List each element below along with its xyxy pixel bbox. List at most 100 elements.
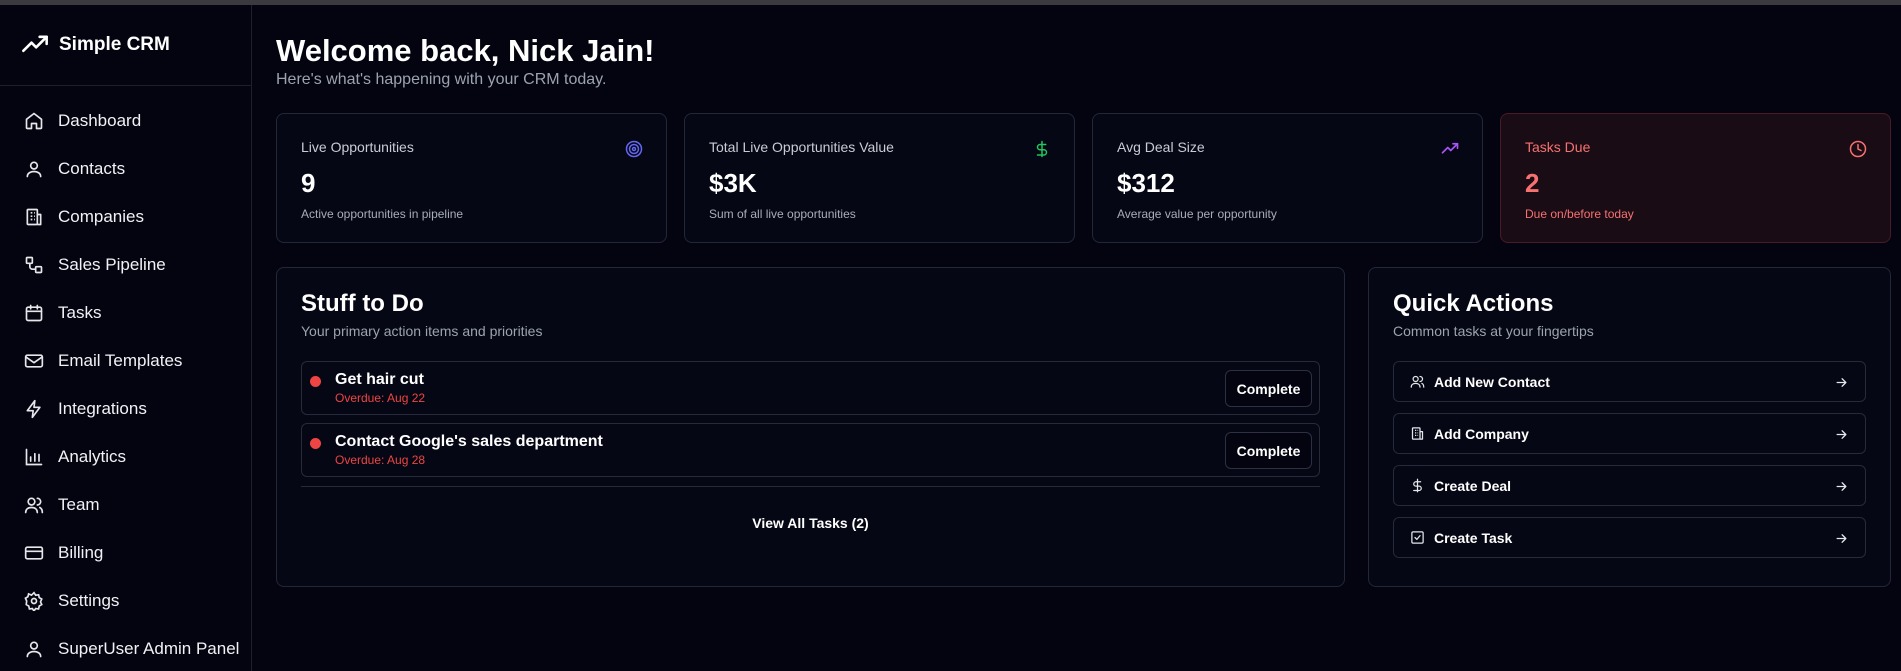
app-name: Simple CRM <box>59 34 170 55</box>
overdue-indicator-icon <box>310 437 321 449</box>
stat-description: Due on/before today <box>1525 207 1634 221</box>
stat-card-avg-deal-size: Avg Deal Size $312 Average value per opp… <box>1092 113 1483 243</box>
panel-title: Quick Actions <box>1393 290 1554 317</box>
building-icon <box>26 208 42 226</box>
stuff-to-do-panel: Stuff to Do Your primary action items an… <box>276 267 1345 587</box>
task-title: Get hair cut <box>335 371 424 388</box>
sidebar-item-label: Email Templates <box>58 351 183 370</box>
complete-task-button[interactable]: Complete <box>1225 370 1312 407</box>
dollar-icon <box>1413 478 1422 493</box>
user-icon <box>26 161 42 178</box>
quick-action-label: Add New Contact <box>1434 373 1550 390</box>
dollar-icon <box>1036 140 1048 158</box>
divider <box>301 486 1320 487</box>
sidebar-item-integrations[interactable]: Integrations <box>0 385 251 433</box>
task-due-date: Overdue: Aug 28 <box>335 453 426 467</box>
trending-up-logo-icon <box>22 35 48 53</box>
sidebar-item-label: Contacts <box>58 159 126 178</box>
stat-value: $312 <box>1117 168 1175 198</box>
sidebar-item-email-templates[interactable]: Email Templates <box>0 337 251 385</box>
arrow-right-icon <box>1836 430 1847 439</box>
sidebar: Simple CRM Dashboard Contacts Companies … <box>0 5 252 671</box>
stat-label: Tasks Due <box>1525 139 1591 155</box>
sidebar-item-superuser-admin-panel[interactable]: SuperUser Admin Panel <box>0 625 251 671</box>
sidebar-item-contacts[interactable]: Contacts <box>0 145 251 193</box>
stat-description: Average value per opportunity <box>1117 207 1277 221</box>
calendar-icon <box>25 304 43 322</box>
stat-label: Live Opportunities <box>301 139 414 155</box>
sidebar-item-settings[interactable]: Settings <box>0 577 251 625</box>
task-row: Contact Google's sales department Overdu… <box>301 423 1320 477</box>
stat-label: Avg Deal Size <box>1117 139 1205 155</box>
sidebar-item-billing[interactable]: Billing <box>0 529 251 577</box>
task-due-date: Overdue: Aug 22 <box>335 391 426 405</box>
overdue-indicator-icon <box>310 375 321 387</box>
quick-action-label: Create Deal <box>1434 477 1512 494</box>
stat-card-tasks-due: Tasks Due 2 Due on/before today <box>1500 113 1891 243</box>
sidebar-item-label: Integrations <box>58 399 147 418</box>
target-icon <box>625 140 643 158</box>
stats-row: Live Opportunities 9 Active opportunitie… <box>276 113 1891 243</box>
user-icon <box>26 641 42 658</box>
page-title: Welcome back, Nick Jain! <box>276 33 655 68</box>
stat-label: Total Live Opportunities Value <box>709 139 894 155</box>
quick-action-label: Create Task <box>1434 529 1513 546</box>
sidebar-item-tasks[interactable]: Tasks <box>0 289 251 337</box>
create-deal-button[interactable]: Create Deal <box>1393 465 1866 506</box>
stat-card-live-opportunities: Live Opportunities 9 Active opportunitie… <box>276 113 667 243</box>
quick-action-label: Add Company <box>1434 425 1529 442</box>
mail-icon <box>24 354 44 368</box>
trending-up-icon <box>1441 142 1459 154</box>
page-subtitle: Here's what's happening with your CRM to… <box>276 71 607 88</box>
sidebar-item-label: Dashboard <box>58 111 142 130</box>
stat-value: 9 <box>301 168 316 198</box>
brand[interactable]: Simple CRM <box>0 5 251 86</box>
quick-actions-panel: Quick Actions Common tasks at your finge… <box>1368 267 1891 587</box>
sidebar-item-dashboard[interactable]: Dashboard <box>0 97 251 145</box>
bar-chart-icon <box>25 448 43 466</box>
arrow-right-icon <box>1836 378 1847 387</box>
gear-icon <box>24 591 43 611</box>
task-text: Contact Google's sales department Overdu… <box>335 433 603 467</box>
complete-task-button[interactable]: Complete <box>1225 432 1312 469</box>
sidebar-item-companies[interactable]: Companies <box>0 193 251 241</box>
clock-icon <box>1849 140 1867 158</box>
create-task-button[interactable]: Create Task <box>1393 517 1866 558</box>
sidebar-item-label: Team <box>58 495 100 514</box>
stat-value: 2 <box>1525 168 1540 198</box>
stat-description: Active opportunities in pipeline <box>301 207 464 221</box>
sidebar-item-team[interactable]: Team <box>0 481 251 529</box>
arrow-right-icon <box>1836 482 1847 491</box>
user-plus-icon <box>1410 375 1425 388</box>
sidebar-item-label: Analytics <box>58 447 127 466</box>
stat-description: Sum of all live opportunities <box>709 207 856 221</box>
panel-subtitle: Common tasks at your fingertips <box>1393 323 1594 339</box>
sidebar-item-label: Billing <box>58 543 104 562</box>
task-row: Get hair cut Overdue: Aug 22 Complete <box>301 361 1320 415</box>
main-content: Welcome back, Nick Jain! Here's what's h… <box>276 5 1892 587</box>
users-icon <box>24 497 44 514</box>
panel-title: Stuff to Do <box>301 290 424 317</box>
task-title: Contact Google's sales department <box>335 433 603 450</box>
sidebar-item-label: Companies <box>58 207 144 226</box>
stat-value: $3K <box>709 168 757 198</box>
home-icon <box>25 112 43 130</box>
sidebar-item-label: Sales Pipeline <box>58 255 166 274</box>
check-square-icon <box>1411 531 1424 544</box>
sidebar-item-label: SuperUser Admin Panel <box>58 639 240 658</box>
task-text: Get hair cut Overdue: Aug 22 <box>335 371 425 405</box>
sidebar-item-analytics[interactable]: Analytics <box>0 433 251 481</box>
workflow-icon <box>25 256 43 274</box>
sidebar-item-label: Settings <box>58 591 120 610</box>
add-company-button[interactable]: Add Company <box>1393 413 1866 454</box>
arrow-right-icon <box>1836 534 1847 543</box>
zap-icon <box>26 399 41 419</box>
sidebar-item-sales-pipeline[interactable]: Sales Pipeline <box>0 241 251 289</box>
sidebar-item-label: Tasks <box>58 303 102 322</box>
view-all-tasks-link[interactable]: View All Tasks (2) <box>301 515 1320 531</box>
building-icon <box>1411 427 1424 440</box>
sidebar-nav: Dashboard Contacts Companies Sales Pipel… <box>0 86 251 671</box>
credit-card-icon <box>24 546 44 560</box>
add-new-contact-button[interactable]: Add New Contact <box>1393 361 1866 402</box>
panel-subtitle: Your primary action items and priorities <box>301 323 543 339</box>
